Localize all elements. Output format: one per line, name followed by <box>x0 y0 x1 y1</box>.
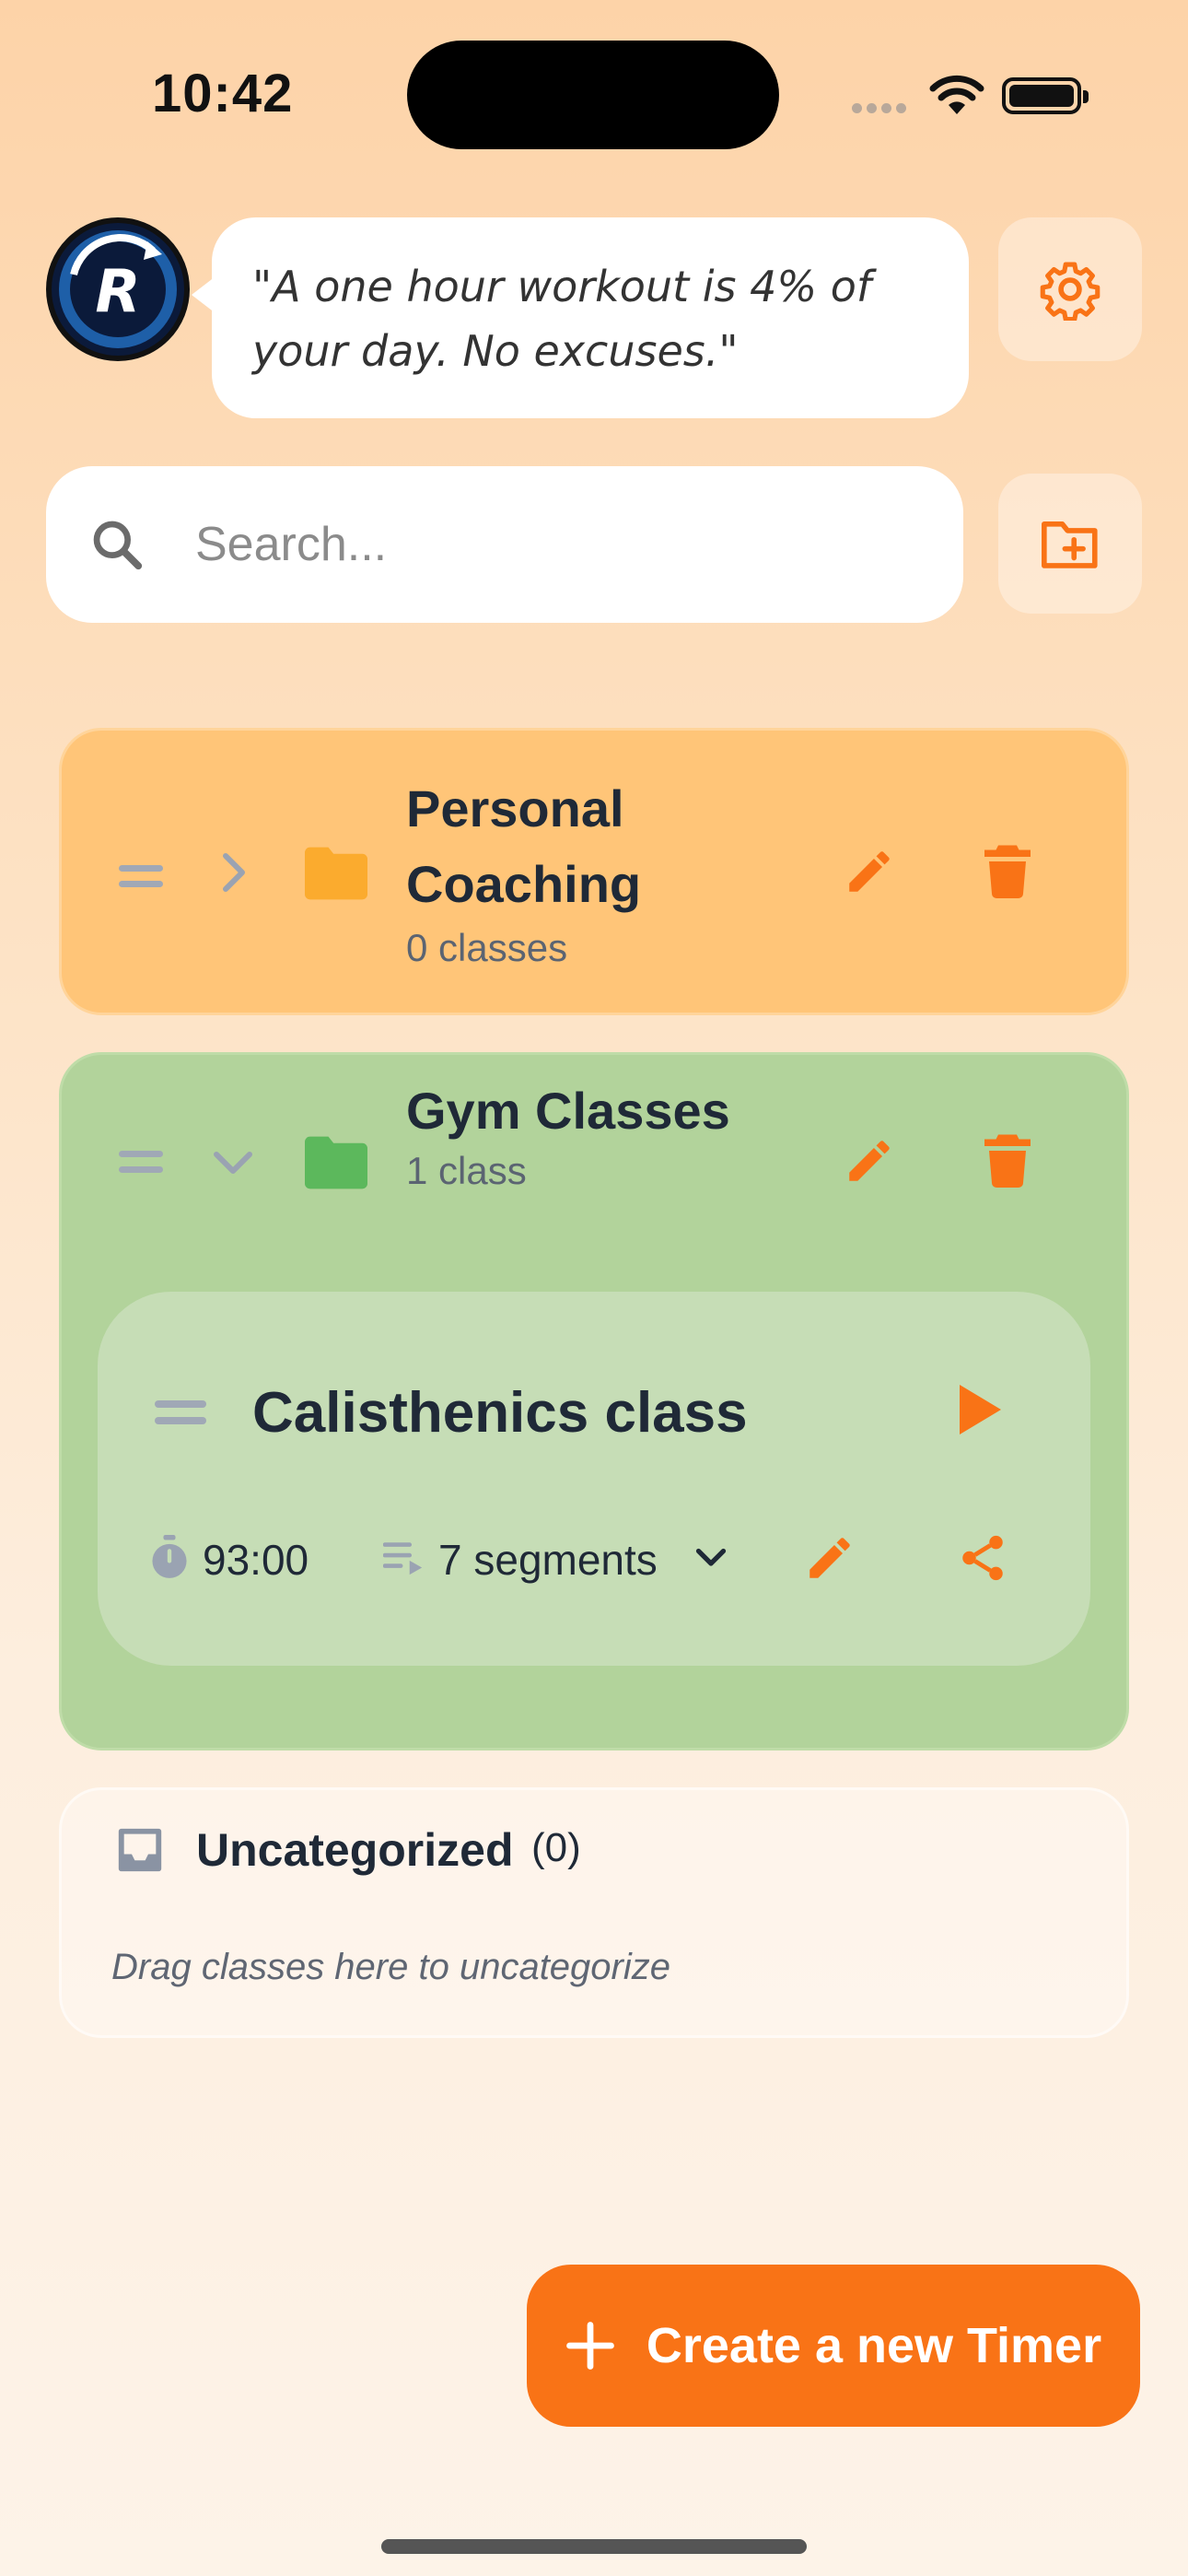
settings-button[interactable] <box>998 217 1142 361</box>
search-icon <box>93 521 143 570</box>
class-title: Calisthenics class <box>252 1381 748 1445</box>
wifi-icon <box>928 74 985 121</box>
battery-icon <box>1002 77 1089 114</box>
dynamic-island <box>407 41 779 149</box>
play-icon[interactable] <box>954 1382 1004 1437</box>
create-timer-button[interactable]: Create a new Timer <box>527 2265 1140 2427</box>
inbox-icon <box>118 1828 162 1872</box>
chevron-down-icon[interactable] <box>693 1544 729 1572</box>
chevron-down-icon[interactable] <box>209 1143 257 1180</box>
new-folder-button[interactable] <box>998 474 1142 614</box>
folder-class-count: 1 class <box>406 1149 527 1192</box>
create-timer-label: Create a new Timer <box>646 2318 1102 2373</box>
uncategorized-count: (0) <box>531 1825 581 1870</box>
delete-icon[interactable] <box>983 843 1032 898</box>
gear-icon <box>1040 262 1101 321</box>
svg-text:R: R <box>95 258 140 326</box>
quote-bubble: "A one hour workout is 4% of your day. N… <box>192 217 969 418</box>
folder-plus-icon <box>1042 521 1098 568</box>
search-input[interactable]: Search... <box>195 517 387 572</box>
edit-icon[interactable] <box>803 1531 856 1585</box>
class-card-calisthenics[interactable]: Calisthenics class 93:00 7 segments <box>98 1292 1090 1666</box>
home-indicator <box>381 2539 807 2554</box>
folder-card-personal-coaching[interactable]: Personal Coaching 0 classes <box>59 728 1129 1015</box>
folder-icon <box>305 847 367 900</box>
segments-icon <box>383 1542 423 1575</box>
motivational-quote: "A one hour workout is 4% of your day. N… <box>252 262 872 376</box>
uncategorized-hint: Drag classes here to uncategorize <box>111 1947 670 1987</box>
drag-handle-icon[interactable] <box>155 1400 206 1424</box>
share-icon[interactable] <box>956 1531 1009 1585</box>
folder-class-count: 0 classes <box>406 926 568 969</box>
status-time: 10:42 <box>152 64 294 123</box>
segments-count[interactable]: 7 segments <box>438 1535 658 1585</box>
drag-handle-icon[interactable] <box>119 865 163 887</box>
uncategorized-section[interactable]: Uncategorized (0) Drag classes here to u… <box>59 1787 1129 2038</box>
class-duration: 93:00 <box>203 1536 309 1584</box>
chevron-right-icon[interactable] <box>215 849 251 896</box>
plus-icon <box>566 2322 614 2370</box>
edit-icon[interactable] <box>843 1134 896 1188</box>
folder-title: Personal Coaching <box>406 779 642 913</box>
edit-icon[interactable] <box>843 845 896 898</box>
search-bar[interactable]: Search... <box>46 466 963 623</box>
uncategorized-title: Uncategorized <box>196 1824 514 1876</box>
folder-icon <box>305 1136 367 1189</box>
delete-icon[interactable] <box>983 1132 1032 1188</box>
folder-title: Gym Classes <box>406 1082 730 1140</box>
drag-handle-icon[interactable] <box>119 1151 163 1173</box>
cellular-signal-icon <box>852 101 911 118</box>
app-logo: R <box>46 217 190 361</box>
stopwatch-icon <box>152 1535 187 1578</box>
